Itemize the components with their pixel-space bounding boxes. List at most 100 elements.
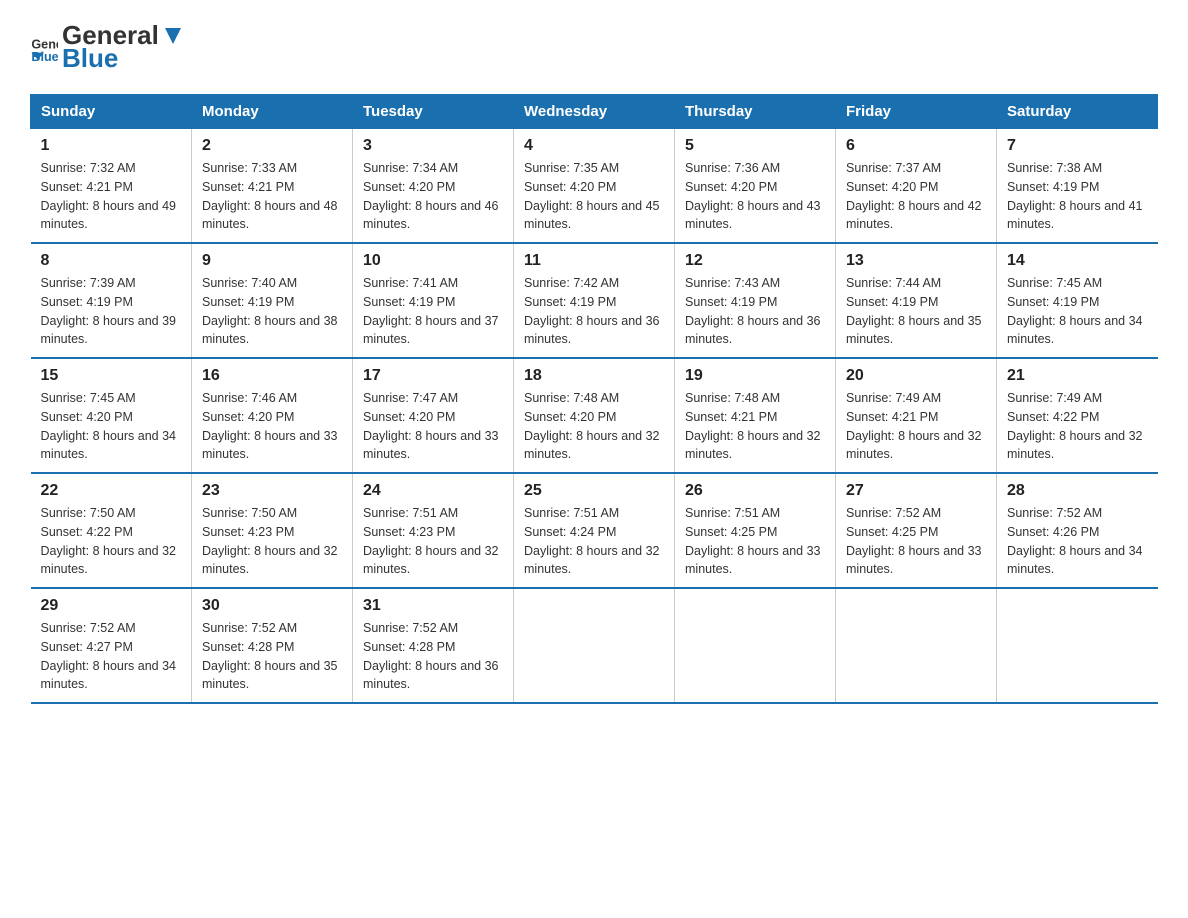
day-info: Sunrise: 7:48 AM Sunset: 4:21 PM Dayligh… bbox=[685, 389, 825, 464]
day-number: 17 bbox=[363, 367, 503, 385]
header-saturday: Saturday bbox=[997, 95, 1158, 129]
day-number: 16 bbox=[202, 367, 342, 385]
calendar-cell: 12 Sunrise: 7:43 AM Sunset: 4:19 PM Dayl… bbox=[675, 243, 836, 358]
calendar-cell: 27 Sunrise: 7:52 AM Sunset: 4:25 PM Dayl… bbox=[836, 473, 997, 588]
day-info: Sunrise: 7:52 AM Sunset: 4:28 PM Dayligh… bbox=[202, 619, 342, 694]
calendar-cell: 7 Sunrise: 7:38 AM Sunset: 4:19 PM Dayli… bbox=[997, 129, 1158, 244]
day-number: 10 bbox=[363, 252, 503, 270]
header-sunday: Sunday bbox=[31, 95, 192, 129]
calendar-cell: 18 Sunrise: 7:48 AM Sunset: 4:20 PM Dayl… bbox=[514, 358, 675, 473]
calendar-cell: 14 Sunrise: 7:45 AM Sunset: 4:19 PM Dayl… bbox=[997, 243, 1158, 358]
svg-text:Blue: Blue bbox=[31, 50, 58, 61]
day-info: Sunrise: 7:50 AM Sunset: 4:22 PM Dayligh… bbox=[41, 504, 182, 579]
header-wednesday: Wednesday bbox=[514, 95, 675, 129]
calendar-cell: 22 Sunrise: 7:50 AM Sunset: 4:22 PM Dayl… bbox=[31, 473, 192, 588]
calendar-cell: 20 Sunrise: 7:49 AM Sunset: 4:21 PM Dayl… bbox=[836, 358, 997, 473]
logo: General Blue General Blue bbox=[30, 20, 187, 74]
day-info: Sunrise: 7:52 AM Sunset: 4:26 PM Dayligh… bbox=[1007, 504, 1148, 579]
day-info: Sunrise: 7:44 AM Sunset: 4:19 PM Dayligh… bbox=[846, 274, 986, 349]
day-number: 26 bbox=[685, 482, 825, 500]
day-info: Sunrise: 7:52 AM Sunset: 4:25 PM Dayligh… bbox=[846, 504, 986, 579]
day-info: Sunrise: 7:41 AM Sunset: 4:19 PM Dayligh… bbox=[363, 274, 503, 349]
day-info: Sunrise: 7:45 AM Sunset: 4:20 PM Dayligh… bbox=[41, 389, 182, 464]
day-number: 31 bbox=[363, 597, 503, 615]
day-info: Sunrise: 7:47 AM Sunset: 4:20 PM Dayligh… bbox=[363, 389, 503, 464]
week-row-2: 8 Sunrise: 7:39 AM Sunset: 4:19 PM Dayli… bbox=[31, 243, 1158, 358]
day-info: Sunrise: 7:42 AM Sunset: 4:19 PM Dayligh… bbox=[524, 274, 664, 349]
week-row-4: 22 Sunrise: 7:50 AM Sunset: 4:22 PM Dayl… bbox=[31, 473, 1158, 588]
day-number: 28 bbox=[1007, 482, 1148, 500]
day-info: Sunrise: 7:38 AM Sunset: 4:19 PM Dayligh… bbox=[1007, 159, 1148, 234]
day-number: 4 bbox=[524, 137, 664, 155]
calendar-cell: 25 Sunrise: 7:51 AM Sunset: 4:24 PM Dayl… bbox=[514, 473, 675, 588]
calendar-cell: 11 Sunrise: 7:42 AM Sunset: 4:19 PM Dayl… bbox=[514, 243, 675, 358]
day-info: Sunrise: 7:36 AM Sunset: 4:20 PM Dayligh… bbox=[685, 159, 825, 234]
calendar-cell: 26 Sunrise: 7:51 AM Sunset: 4:25 PM Dayl… bbox=[675, 473, 836, 588]
day-info: Sunrise: 7:51 AM Sunset: 4:23 PM Dayligh… bbox=[363, 504, 503, 579]
week-row-3: 15 Sunrise: 7:45 AM Sunset: 4:20 PM Dayl… bbox=[31, 358, 1158, 473]
day-number: 11 bbox=[524, 252, 664, 270]
calendar-header-row: SundayMondayTuesdayWednesdayThursdayFrid… bbox=[31, 95, 1158, 129]
day-info: Sunrise: 7:40 AM Sunset: 4:19 PM Dayligh… bbox=[202, 274, 342, 349]
day-number: 8 bbox=[41, 252, 182, 270]
day-number: 27 bbox=[846, 482, 986, 500]
calendar-cell: 24 Sunrise: 7:51 AM Sunset: 4:23 PM Dayl… bbox=[353, 473, 514, 588]
calendar-cell bbox=[997, 588, 1158, 703]
calendar-cell: 4 Sunrise: 7:35 AM Sunset: 4:20 PM Dayli… bbox=[514, 129, 675, 244]
day-number: 15 bbox=[41, 367, 182, 385]
day-info: Sunrise: 7:39 AM Sunset: 4:19 PM Dayligh… bbox=[41, 274, 182, 349]
day-info: Sunrise: 7:32 AM Sunset: 4:21 PM Dayligh… bbox=[41, 159, 182, 234]
calendar-cell: 28 Sunrise: 7:52 AM Sunset: 4:26 PM Dayl… bbox=[997, 473, 1158, 588]
calendar-cell: 30 Sunrise: 7:52 AM Sunset: 4:28 PM Dayl… bbox=[192, 588, 353, 703]
day-info: Sunrise: 7:49 AM Sunset: 4:22 PM Dayligh… bbox=[1007, 389, 1148, 464]
calendar-cell: 16 Sunrise: 7:46 AM Sunset: 4:20 PM Dayl… bbox=[192, 358, 353, 473]
day-info: Sunrise: 7:50 AM Sunset: 4:23 PM Dayligh… bbox=[202, 504, 342, 579]
day-info: Sunrise: 7:34 AM Sunset: 4:20 PM Dayligh… bbox=[363, 159, 503, 234]
calendar-cell bbox=[675, 588, 836, 703]
logo-triangle-icon bbox=[161, 24, 185, 48]
day-number: 14 bbox=[1007, 252, 1148, 270]
day-number: 20 bbox=[846, 367, 986, 385]
header-friday: Friday bbox=[836, 95, 997, 129]
day-number: 13 bbox=[846, 252, 986, 270]
day-number: 22 bbox=[41, 482, 182, 500]
day-info: Sunrise: 7:45 AM Sunset: 4:19 PM Dayligh… bbox=[1007, 274, 1148, 349]
day-number: 25 bbox=[524, 482, 664, 500]
day-info: Sunrise: 7:43 AM Sunset: 4:19 PM Dayligh… bbox=[685, 274, 825, 349]
day-number: 9 bbox=[202, 252, 342, 270]
calendar-cell bbox=[514, 588, 675, 703]
calendar-cell: 3 Sunrise: 7:34 AM Sunset: 4:20 PM Dayli… bbox=[353, 129, 514, 244]
day-info: Sunrise: 7:51 AM Sunset: 4:25 PM Dayligh… bbox=[685, 504, 825, 579]
day-number: 2 bbox=[202, 137, 342, 155]
header-monday: Monday bbox=[192, 95, 353, 129]
svg-text:General: General bbox=[31, 37, 58, 51]
day-number: 23 bbox=[202, 482, 342, 500]
day-info: Sunrise: 7:52 AM Sunset: 4:28 PM Dayligh… bbox=[363, 619, 503, 694]
calendar-cell: 8 Sunrise: 7:39 AM Sunset: 4:19 PM Dayli… bbox=[31, 243, 192, 358]
day-info: Sunrise: 7:35 AM Sunset: 4:20 PM Dayligh… bbox=[524, 159, 664, 234]
calendar-cell: 23 Sunrise: 7:50 AM Sunset: 4:23 PM Dayl… bbox=[192, 473, 353, 588]
calendar-cell: 10 Sunrise: 7:41 AM Sunset: 4:19 PM Dayl… bbox=[353, 243, 514, 358]
day-info: Sunrise: 7:48 AM Sunset: 4:20 PM Dayligh… bbox=[524, 389, 664, 464]
day-number: 19 bbox=[685, 367, 825, 385]
day-number: 5 bbox=[685, 137, 825, 155]
day-number: 12 bbox=[685, 252, 825, 270]
day-number: 18 bbox=[524, 367, 664, 385]
day-number: 6 bbox=[846, 137, 986, 155]
day-number: 30 bbox=[202, 597, 342, 615]
calendar-cell: 6 Sunrise: 7:37 AM Sunset: 4:20 PM Dayli… bbox=[836, 129, 997, 244]
calendar-cell: 17 Sunrise: 7:47 AM Sunset: 4:20 PM Dayl… bbox=[353, 358, 514, 473]
calendar-table: SundayMondayTuesdayWednesdayThursdayFrid… bbox=[30, 94, 1158, 704]
day-info: Sunrise: 7:52 AM Sunset: 4:27 PM Dayligh… bbox=[41, 619, 182, 694]
header-thursday: Thursday bbox=[675, 95, 836, 129]
calendar-cell: 19 Sunrise: 7:48 AM Sunset: 4:21 PM Dayl… bbox=[675, 358, 836, 473]
calendar-cell: 1 Sunrise: 7:32 AM Sunset: 4:21 PM Dayli… bbox=[31, 129, 192, 244]
day-number: 21 bbox=[1007, 367, 1148, 385]
day-info: Sunrise: 7:49 AM Sunset: 4:21 PM Dayligh… bbox=[846, 389, 986, 464]
day-number: 24 bbox=[363, 482, 503, 500]
calendar-cell: 13 Sunrise: 7:44 AM Sunset: 4:19 PM Dayl… bbox=[836, 243, 997, 358]
calendar-cell: 15 Sunrise: 7:45 AM Sunset: 4:20 PM Dayl… bbox=[31, 358, 192, 473]
calendar-cell: 9 Sunrise: 7:40 AM Sunset: 4:19 PM Dayli… bbox=[192, 243, 353, 358]
week-row-5: 29 Sunrise: 7:52 AM Sunset: 4:27 PM Dayl… bbox=[31, 588, 1158, 703]
calendar-cell: 21 Sunrise: 7:49 AM Sunset: 4:22 PM Dayl… bbox=[997, 358, 1158, 473]
